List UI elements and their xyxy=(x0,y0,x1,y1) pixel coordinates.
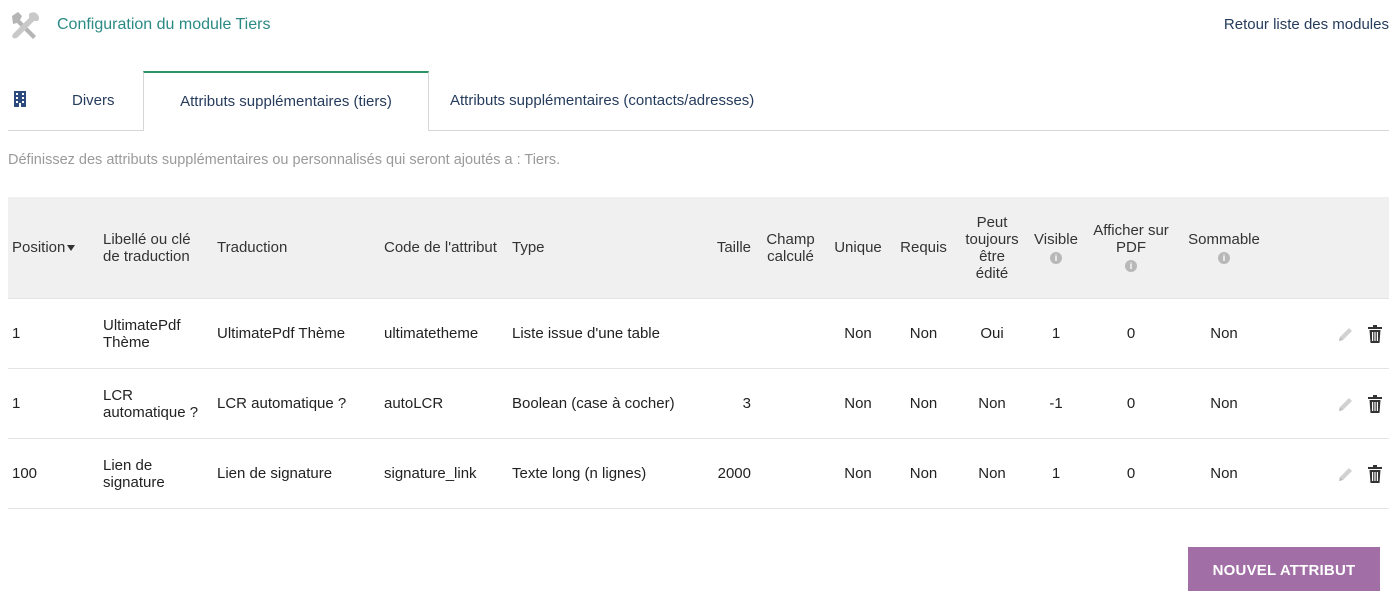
col-size: Taille xyxy=(702,197,755,299)
col-label: Libellé ou clé de traduction xyxy=(99,197,213,299)
cell-actions xyxy=(1271,298,1389,369)
cell-code: autoLCR xyxy=(380,368,508,439)
col-show-pdf: Afficher sur PDF i xyxy=(1085,197,1177,299)
cell-size xyxy=(702,298,755,369)
info-icon[interactable]: i xyxy=(1218,251,1230,264)
cell-computed xyxy=(755,368,826,439)
col-position[interactable]: Position xyxy=(8,197,99,299)
cell-label: Lien de signature xyxy=(99,438,213,509)
tools-icon xyxy=(12,12,40,39)
col-summable: Sommable i xyxy=(1177,197,1271,299)
cell-position: 100 xyxy=(8,438,99,509)
table-row: 1 LCR automatique ? LCR automatique ? au… xyxy=(8,368,1389,439)
cell-code: signature_link xyxy=(380,438,508,509)
cell-summable: Non xyxy=(1177,438,1271,509)
cell-unique: Non xyxy=(826,438,890,509)
cell-translation: UltimatePdf Thème xyxy=(213,298,380,369)
cell-unique: Non xyxy=(826,368,890,439)
cell-computed xyxy=(755,438,826,509)
cell-summable: Non xyxy=(1177,298,1271,369)
trash-icon[interactable] xyxy=(1367,324,1383,343)
cell-type: Boolean (case à cocher) xyxy=(508,368,702,439)
page-header: Configuration du module Tiers Retour lis… xyxy=(0,0,1397,56)
cell-code: ultimatetheme xyxy=(380,298,508,369)
cell-size: 3 xyxy=(702,368,755,439)
col-required: Requis xyxy=(890,197,957,299)
attributes-table: Position Libellé ou clé de traduction Tr… xyxy=(8,197,1389,509)
cell-show-pdf: 0 xyxy=(1085,438,1177,509)
trash-icon[interactable] xyxy=(1367,394,1383,413)
table-row: 1 UltimatePdf Thème UltimatePdf Thème ul… xyxy=(8,298,1389,369)
caret-down-icon xyxy=(67,245,76,252)
pencil-icon[interactable] xyxy=(1337,395,1353,413)
cell-position: 1 xyxy=(8,298,99,369)
cell-show-pdf: 0 xyxy=(1085,298,1177,369)
cell-required: Non xyxy=(890,438,957,509)
col-unique: Unique xyxy=(826,197,890,299)
back-to-modules-link[interactable]: Retour liste des modules xyxy=(1224,16,1389,33)
cell-label: UltimatePdf Thème xyxy=(99,298,213,369)
tab-divers[interactable]: Divers xyxy=(72,71,115,129)
cell-position: 1 xyxy=(8,368,99,439)
cell-translation: Lien de signature xyxy=(213,438,380,509)
page-title: Configuration du module Tiers xyxy=(57,16,271,33)
col-computed: Champ calculé xyxy=(755,197,826,299)
tab-attributs-contacts[interactable]: Attributs supplémentaires (contacts/adre… xyxy=(450,71,754,129)
cell-type: Texte long (n lignes) xyxy=(508,438,702,509)
table-header-row: Position Libellé ou clé de traduction Tr… xyxy=(8,197,1389,299)
cell-label: LCR automatique ? xyxy=(99,368,213,439)
trash-icon[interactable] xyxy=(1367,464,1383,483)
pencil-icon[interactable] xyxy=(1337,325,1353,343)
col-code: Code de l'attribut xyxy=(380,197,508,299)
cell-unique: Non xyxy=(826,298,890,369)
cell-required: Non xyxy=(890,368,957,439)
new-attribute-button[interactable]: NOUVEL ATTRIBUT xyxy=(1188,547,1380,591)
cell-size: 2000 xyxy=(702,438,755,509)
tab-bar: Divers Attributs supplémentaires (tiers)… xyxy=(8,71,1389,131)
cell-actions xyxy=(1271,438,1389,509)
info-icon[interactable]: i xyxy=(1125,260,1137,272)
info-icon[interactable]: i xyxy=(1050,251,1062,264)
tab-attributs-tiers[interactable]: Attributs supplémentaires (tiers) xyxy=(143,71,429,131)
cell-actions xyxy=(1271,368,1389,439)
col-type: Type xyxy=(508,197,702,299)
cell-always-editable: Non xyxy=(957,438,1027,509)
pencil-icon[interactable] xyxy=(1337,465,1353,483)
cell-visible: 1 xyxy=(1027,298,1085,369)
cell-required: Non xyxy=(890,298,957,369)
building-icon xyxy=(14,91,26,107)
cell-computed xyxy=(755,298,826,369)
cell-visible: -1 xyxy=(1027,368,1085,439)
cell-show-pdf: 0 xyxy=(1085,368,1177,439)
col-visible: Visible i xyxy=(1027,197,1085,299)
cell-translation: LCR automatique ? xyxy=(213,368,380,439)
col-always-editable: Peut toujours être édité xyxy=(957,197,1027,299)
cell-visible: 1 xyxy=(1027,438,1085,509)
cell-summable: Non xyxy=(1177,368,1271,439)
col-actions xyxy=(1271,197,1389,299)
tab-description: Définissez des attributs supplémentaires… xyxy=(8,152,561,168)
table-row: 100 Lien de signature Lien de signature … xyxy=(8,438,1389,509)
cell-always-editable: Non xyxy=(957,368,1027,439)
cell-type: Liste issue d'une table xyxy=(508,298,702,369)
col-translation: Traduction xyxy=(213,197,380,299)
cell-always-editable: Oui xyxy=(957,298,1027,369)
